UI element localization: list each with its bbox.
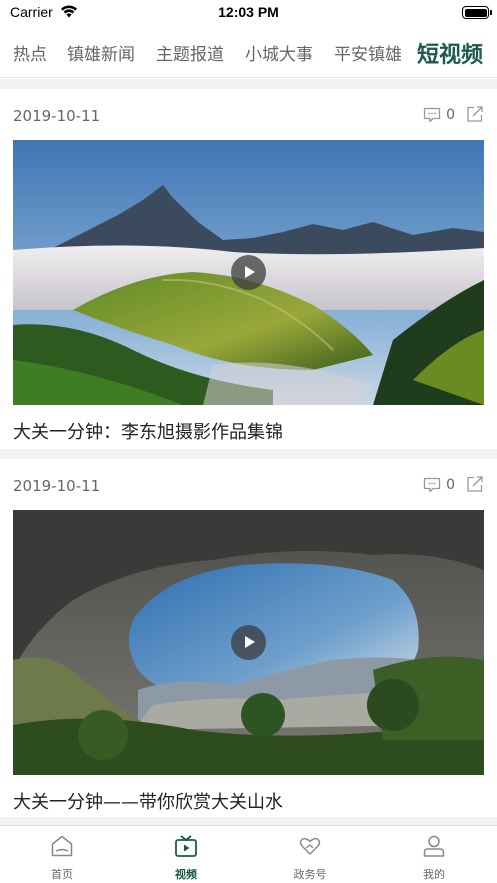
nav-label: 政务号 bbox=[293, 868, 327, 881]
card-date: 2019-10-11 bbox=[13, 107, 101, 125]
video-thumbnail[interactable] bbox=[13, 140, 484, 405]
tab-town-events[interactable]: 小城大事 bbox=[245, 40, 313, 65]
video-card[interactable]: 2019-10-11 0 bbox=[0, 459, 497, 817]
video-title[interactable]: 大关一分钟：李东旭摄影作品集锦 bbox=[13, 418, 283, 444]
bottom-tab-bar: 首页 视频 政务号 我的 bbox=[0, 825, 497, 883]
section-divider bbox=[0, 449, 497, 459]
video-title[interactable]: 大关一分钟——带你欣赏大关山水 bbox=[13, 788, 283, 814]
nav-home[interactable]: 首页 bbox=[0, 826, 124, 883]
tab-short-video[interactable]: 短视频 bbox=[417, 37, 483, 69]
battery-icon bbox=[462, 6, 492, 19]
category-tab-bar: 热点 镇雄新闻 主题报道 小城大事 平安镇雄 短视频 bbox=[0, 26, 497, 78]
nav-video[interactable]: 视频 bbox=[124, 826, 248, 883]
comment-icon[interactable] bbox=[423, 107, 441, 123]
video-thumbnail[interactable] bbox=[13, 510, 484, 775]
section-divider bbox=[0, 817, 497, 825]
tab-hot[interactable]: 热点 bbox=[13, 40, 47, 65]
play-icon[interactable] bbox=[231, 625, 266, 660]
comment-icon[interactable] bbox=[423, 477, 441, 493]
person-icon bbox=[423, 835, 445, 857]
nav-label: 首页 bbox=[51, 868, 73, 881]
nav-government[interactable]: 政务号 bbox=[248, 826, 372, 883]
nav-label: 我的 bbox=[423, 868, 445, 881]
video-card[interactable]: 2019-10-11 0 bbox=[0, 89, 497, 447]
share-icon[interactable] bbox=[466, 475, 484, 493]
nav-label: 视频 bbox=[175, 868, 197, 881]
play-icon[interactable] bbox=[231, 255, 266, 290]
tab-topic-reports[interactable]: 主题报道 bbox=[156, 40, 224, 65]
tv-icon bbox=[175, 835, 197, 857]
heart-hand-icon bbox=[299, 837, 321, 855]
status-bar: Carrier 12:03 PM bbox=[0, 0, 497, 26]
tab-safe-zhenxiong[interactable]: 平安镇雄 bbox=[334, 40, 402, 65]
share-icon[interactable] bbox=[466, 105, 484, 123]
comment-count: 0 bbox=[446, 477, 455, 493]
comment-count: 0 bbox=[446, 107, 455, 123]
card-date: 2019-10-11 bbox=[13, 477, 101, 495]
section-divider bbox=[0, 79, 497, 89]
status-time: 12:03 PM bbox=[218, 4, 279, 20]
tab-zhenxiong-news[interactable]: 镇雄新闻 bbox=[67, 40, 135, 65]
home-icon bbox=[51, 835, 73, 857]
nav-mine[interactable]: 我的 bbox=[372, 826, 496, 883]
